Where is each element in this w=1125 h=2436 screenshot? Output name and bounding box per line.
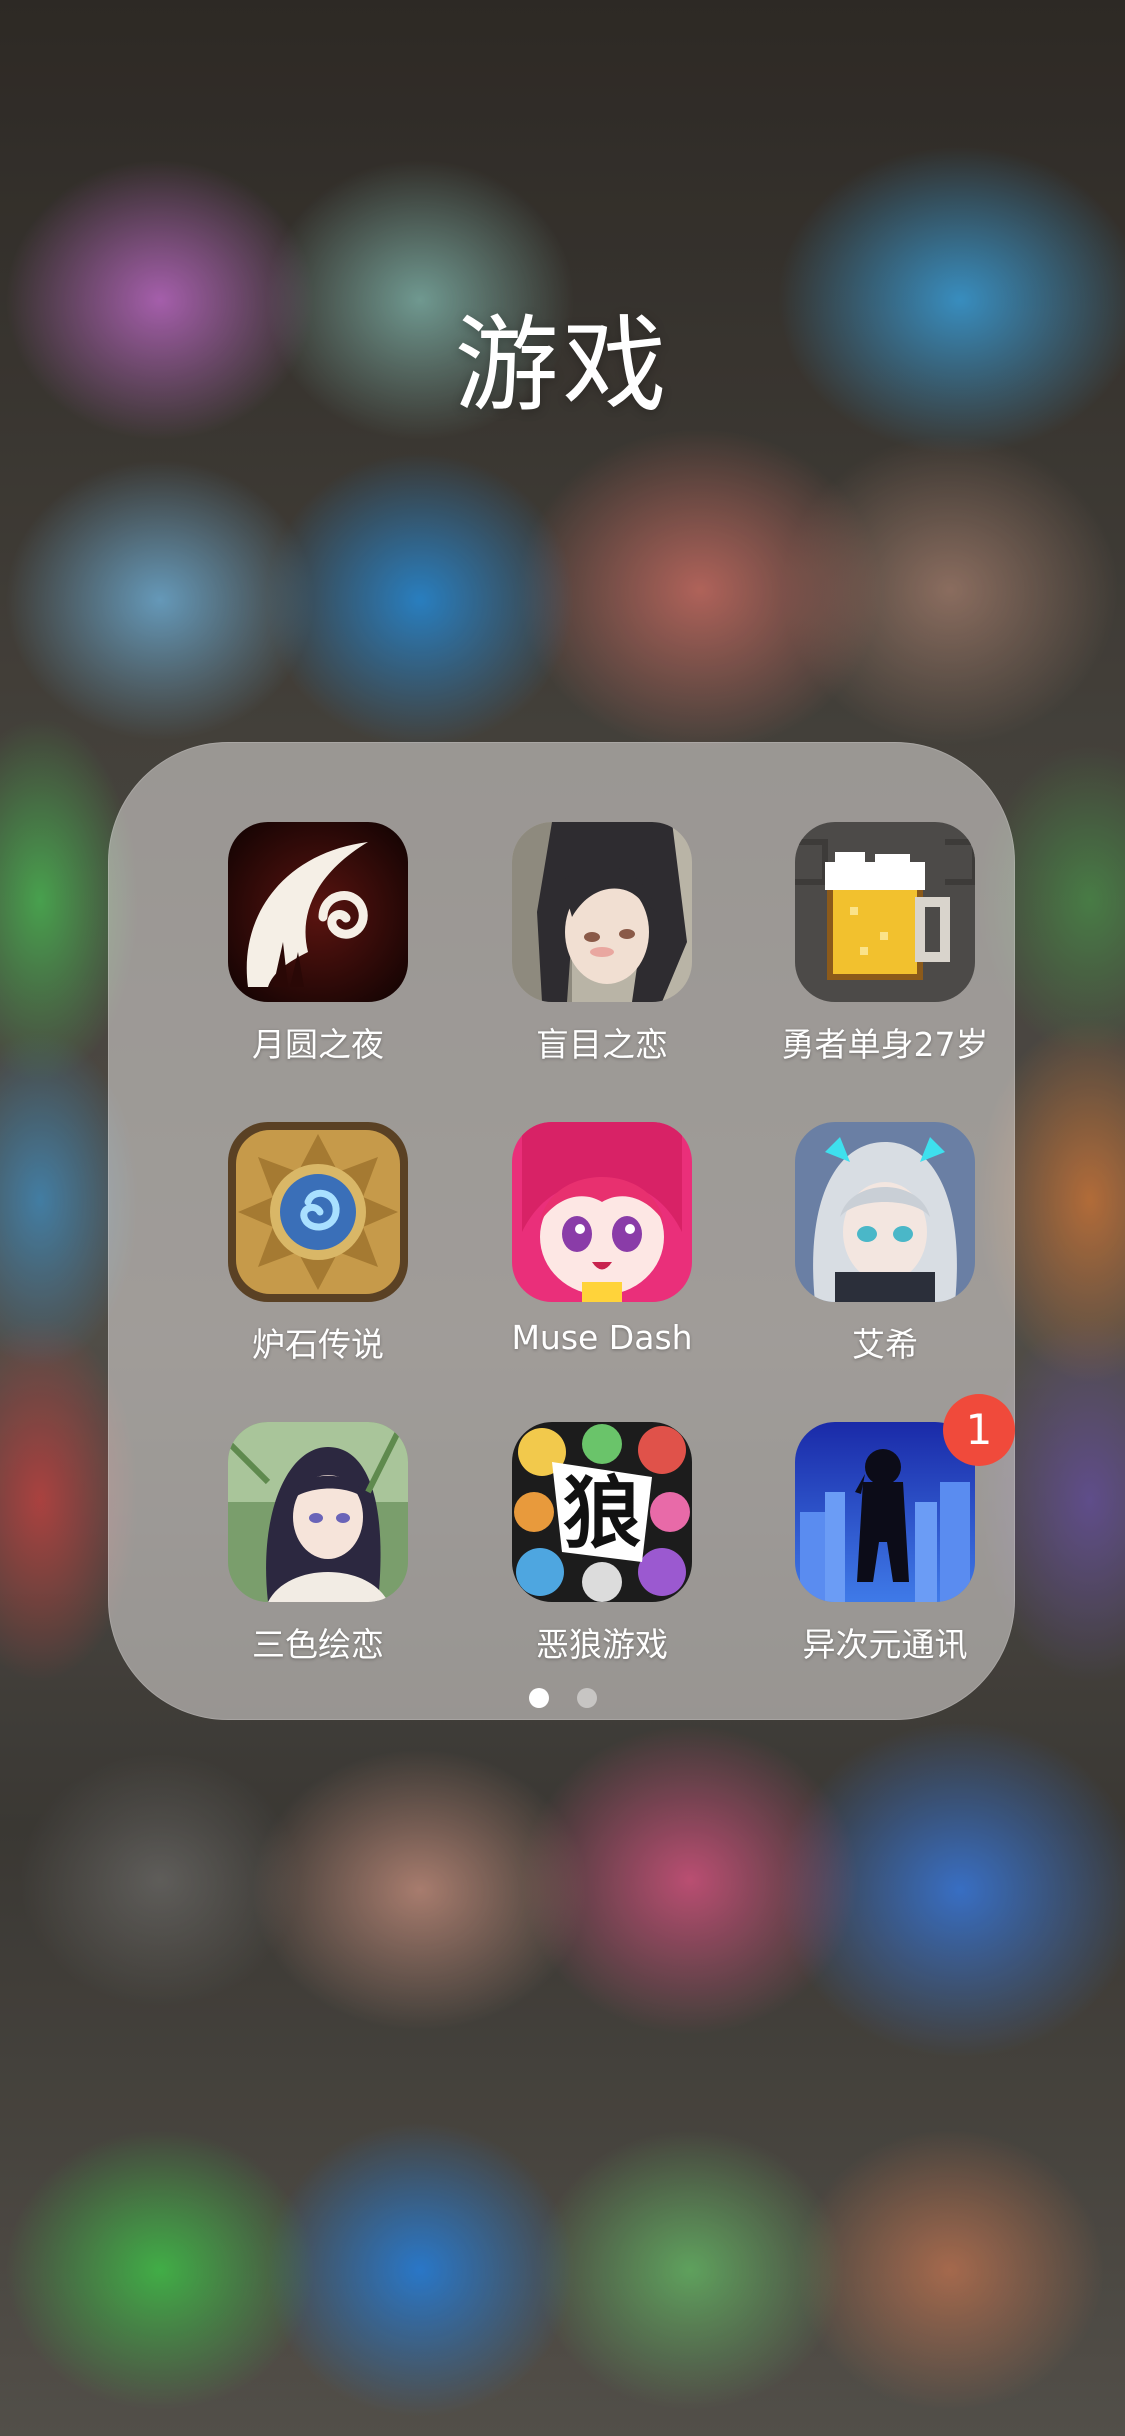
app-aixi[interactable]: 艾希: [733, 1122, 983, 1372]
app-muse-dash[interactable]: Muse Dash: [450, 1122, 700, 1372]
app-label: 艾希: [852, 1325, 918, 1364]
crescent-moon-swirl-icon[interactable]: [228, 822, 408, 1002]
app-yueyuan-zhiye[interactable]: 月圆之夜: [166, 822, 416, 1072]
app-label: 勇者单身27岁: [781, 1025, 989, 1064]
anime-girl-forest-icon[interactable]: [228, 1422, 408, 1602]
svg-text:狼: 狼: [563, 1469, 641, 1559]
page-dot-active[interactable]: [528, 1688, 549, 1708]
page-indicator[interactable]: [0, 1688, 1125, 1710]
app-label: 恶狼游戏: [536, 1625, 668, 1664]
app-label: 炉石传说: [252, 1325, 384, 1364]
app-label: 三色绘恋: [252, 1625, 384, 1664]
app-sanse-huilian[interactable]: 三色绘恋: [166, 1422, 416, 1672]
app-yiciyuan-tongxun[interactable]: 1 异次元通讯: [733, 1394, 1015, 1672]
pixel-beer-mug-icon[interactable]: [795, 822, 975, 1002]
app-yongzhe-danshen[interactable]: 勇者单身27岁: [733, 822, 989, 1072]
folder-panel: 月圆之夜 盲目之恋 勇者单身27岁 炉石传说 Muse Dash 艾希 三色绘恋…: [108, 742, 1015, 1720]
app-label: 月圆之夜: [252, 1025, 384, 1064]
home-screen: 游戏 月圆之夜 盲目之恋 勇者单身27岁 炉石传说 Muse Dash 艾希 三…: [0, 0, 1125, 2436]
app-label: Muse Dash: [511, 1318, 693, 1357]
app-elang-youxi[interactable]: 狼 恶狼游戏: [450, 1422, 700, 1672]
anime-girl-dark-hair-icon[interactable]: [512, 822, 692, 1002]
app-label: 盲目之恋: [536, 1025, 668, 1064]
page-dot[interactable]: [576, 1688, 597, 1708]
app-mangmu-zhilian[interactable]: 盲目之恋: [450, 822, 700, 1072]
wolf-character-collage-icon[interactable]: 狼: [512, 1422, 692, 1602]
anime-girl-silver-hair-icon[interactable]: [795, 1122, 975, 1302]
notification-badge: 1: [943, 1394, 1015, 1466]
anime-girl-pink-hair-icon[interactable]: [512, 1122, 692, 1302]
app-label: 异次元通讯: [802, 1625, 968, 1664]
app-hearthstone[interactable]: 炉石传说: [166, 1122, 416, 1372]
folder-title[interactable]: 游戏: [0, 280, 1125, 431]
hearthstone-emblem-icon[interactable]: [228, 1122, 408, 1302]
